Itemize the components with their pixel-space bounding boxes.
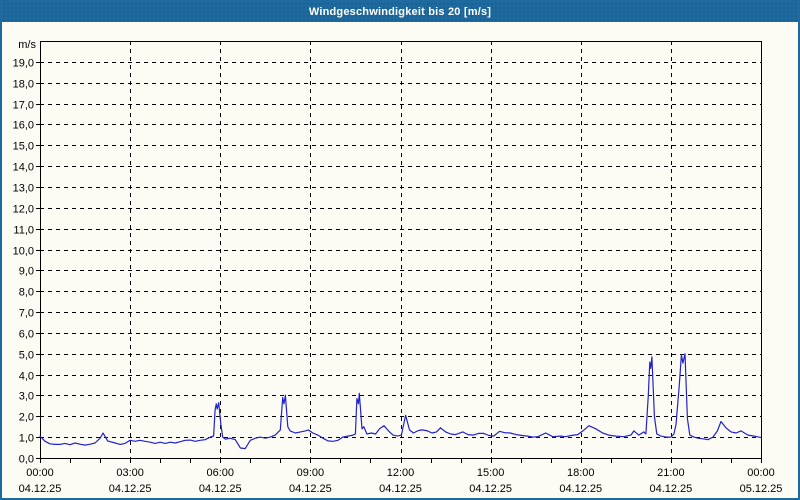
y-tick-labels: 0,0 1,0 2,0 3,0 4,0 5,0 6,0 7,0 8,0 9,0 10,0 11,0 12…: [13, 58, 34, 466]
svg-text:16,0: 16,0: [13, 120, 34, 132]
chart-window: Windgeschwindigkeit bis 20 [m/s] 0,0 1,0 2…: [0, 0, 800, 500]
x-tick-date: 04.12.25: [379, 483, 422, 495]
svg-text:14,0: 14,0: [13, 162, 34, 174]
x-tick-date: 04.12.25: [469, 483, 512, 495]
y-axis-unit-label: m/s: [18, 39, 36, 51]
svg-text:11,0: 11,0: [13, 225, 34, 237]
svg-text:3,0: 3,0: [19, 391, 34, 403]
svg-text:6,0: 6,0: [19, 329, 34, 341]
x-tick-date: 04.12.25: [559, 483, 602, 495]
x-tick-date: 04.12.25: [199, 483, 242, 495]
svg-text:19,0: 19,0: [13, 58, 34, 70]
wind-speed-line: [40, 354, 761, 449]
svg-text:10,0: 10,0: [13, 246, 34, 258]
x-tick-time: 21:00: [657, 467, 685, 479]
window-titlebar[interactable]: Windgeschwindigkeit bis 20 [m/s]: [2, 2, 798, 22]
x-tick-labels: 00:00 04.12.25 03:00 04.12.25 06:00 04.12.25 0…: [19, 467, 783, 495]
x-tick-time: 00:00: [26, 467, 54, 479]
svg-text:17,0: 17,0: [13, 100, 34, 112]
x-tick-date: 04.12.25: [289, 483, 332, 495]
x-tick-date: 04.12.25: [109, 483, 152, 495]
x-tick-time: 06:00: [206, 467, 234, 479]
x-tick-date: 04.12.25: [649, 483, 692, 495]
x-tick-time: 03:00: [116, 467, 144, 479]
x-tick-time: 00:00: [747, 467, 775, 479]
x-tick-time: 15:00: [477, 467, 505, 479]
svg-text:8,0: 8,0: [19, 287, 34, 299]
svg-text:1,0: 1,0: [19, 433, 34, 445]
svg-text:12,0: 12,0: [13, 204, 34, 216]
svg-text:18,0: 18,0: [13, 79, 34, 91]
svg-text:5,0: 5,0: [19, 350, 34, 362]
wind-speed-chart: 0,0 1,0 2,0 3,0 4,0 5,0 6,0 7,0 8,0 9,0 10,0 11,0 12…: [2, 2, 798, 498]
x-tick-time: 12:00: [387, 467, 415, 479]
svg-text:9,0: 9,0: [19, 266, 34, 278]
svg-text:7,0: 7,0: [19, 308, 34, 320]
svg-text:4,0: 4,0: [19, 371, 34, 383]
x-tick-time: 18:00: [567, 467, 595, 479]
y-ticks: [36, 63, 40, 459]
window-title: Windgeschwindigkeit bis 20 [m/s]: [309, 6, 491, 18]
svg-text:2,0: 2,0: [19, 412, 34, 424]
svg-text:13,0: 13,0: [13, 183, 34, 195]
svg-text:15,0: 15,0: [13, 141, 34, 153]
svg-text:0,0: 0,0: [19, 454, 34, 466]
x-tick-time: 09:00: [297, 467, 325, 479]
x-tick-date: 05.12.25: [740, 483, 783, 495]
x-tick-date: 04.12.25: [19, 483, 62, 495]
